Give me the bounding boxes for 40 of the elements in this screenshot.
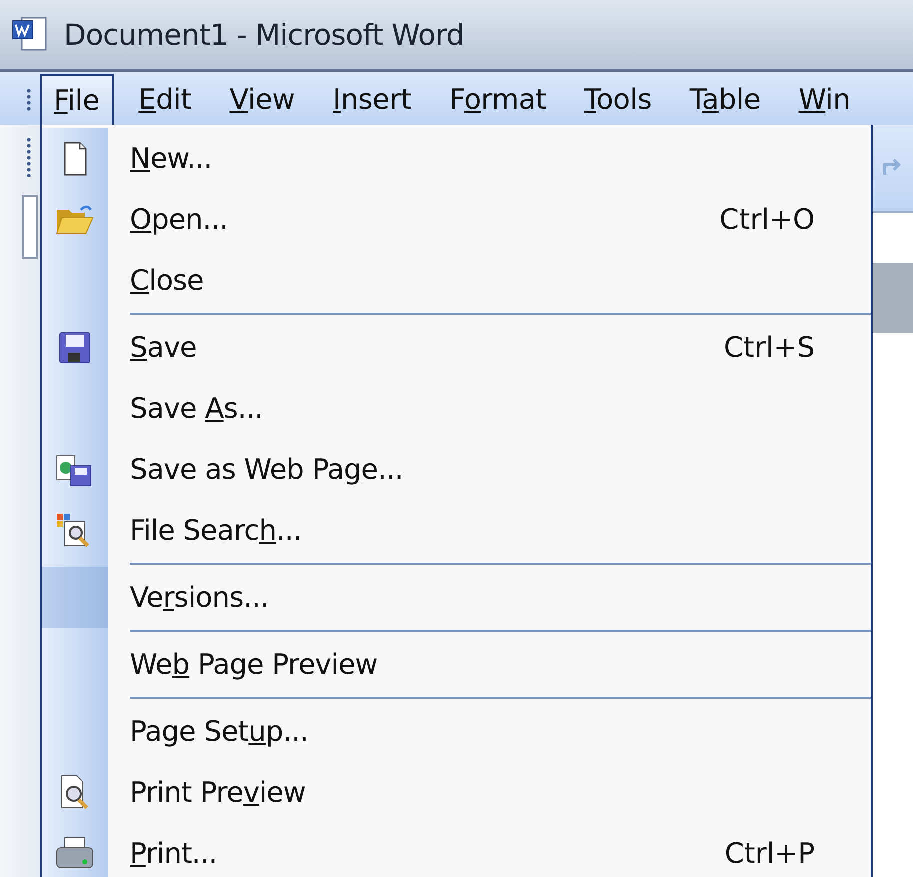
menu-item-label: New... [130, 142, 212, 175]
menu-item-label: Print Preview [130, 776, 306, 809]
menu-bar-item[interactable]: View [216, 74, 308, 125]
menu-item[interactable]: Web Page Preview [42, 634, 871, 695]
ruler-corner [22, 195, 38, 259]
menu-item[interactable]: Print Preview [42, 762, 871, 823]
menu-bar-item[interactable]: Format [436, 74, 560, 125]
printer-icon [55, 836, 95, 872]
menu-item[interactable]: Page Setup... [42, 701, 871, 762]
window-title: Document1 - Microsoft Word [64, 18, 464, 52]
menu-bar-item[interactable]: Insert [320, 74, 425, 125]
menu-item[interactable]: Versions... [42, 567, 871, 628]
menu-bar-item[interactable]: Tools [571, 74, 665, 125]
menu-item-label: Web Page Preview [130, 648, 378, 681]
menu-item[interactable]: New... [42, 128, 871, 189]
menu-bar-item[interactable]: Edit [126, 74, 205, 125]
menu-item-label: File Search... [130, 514, 302, 547]
menu-item-label: Save as Web Page... [130, 453, 404, 486]
menu-bar-item[interactable]: File [40, 74, 114, 125]
menu-item[interactable]: Close [42, 250, 871, 311]
gripper-handle[interactable] [26, 137, 32, 177]
menu-item-label: Close [130, 264, 204, 297]
menu-item[interactable]: File Search... [42, 500, 871, 561]
menu-item-label: Open... [130, 203, 228, 236]
menu-item-label: Print... [130, 837, 218, 870]
gripper-handle[interactable] [26, 88, 32, 111]
shortcut-text: Ctrl+S [724, 331, 815, 364]
menu-item-label: Save As... [130, 392, 264, 425]
menu-item[interactable]: Save Ctrl+S [42, 317, 871, 378]
shortcut-text: Ctrl+P [724, 837, 815, 870]
menu-item-label: Versions... [130, 581, 269, 614]
menu-item[interactable]: Print... Ctrl+P [42, 823, 871, 877]
menu-bar-item[interactable]: Win [786, 74, 864, 125]
menu-item[interactable]: Save As... [42, 378, 871, 439]
menu-item-label: Page Setup... [130, 715, 308, 748]
menu-bar-item[interactable]: Table [676, 74, 774, 125]
menu-item[interactable]: Open... Ctrl+O [42, 189, 871, 250]
menu-item[interactable]: Save as Web Page... [42, 439, 871, 500]
menu-item-label: Save [130, 331, 197, 364]
shortcut-text: Ctrl+O [720, 203, 815, 236]
